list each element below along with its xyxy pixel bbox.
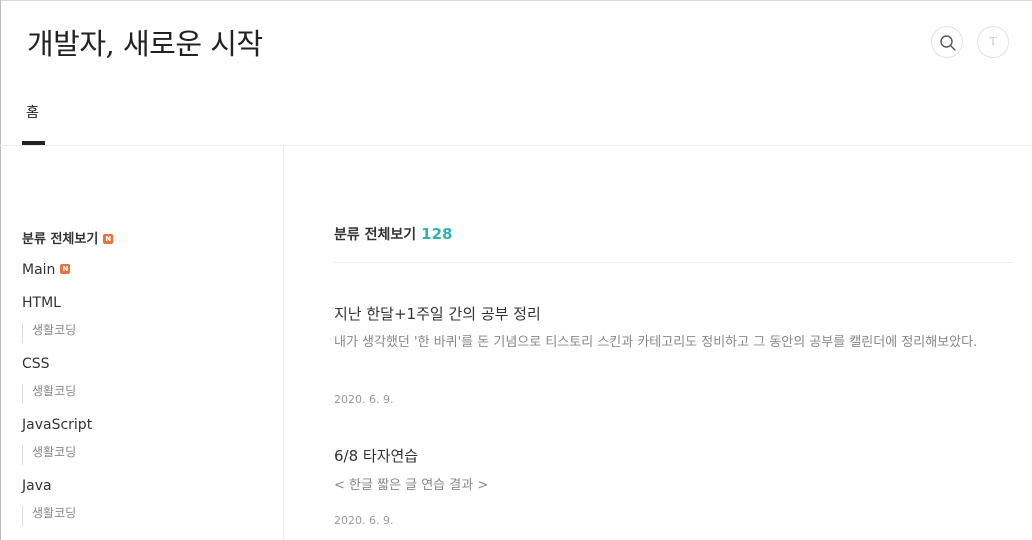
post-date: 2020. 6. 9. [334, 514, 394, 527]
new-badge-icon: N [60, 264, 71, 274]
post-title-link[interactable]: 6/8 타자연습 [334, 445, 418, 466]
window-left-border [0, 0, 1, 540]
search-icon [940, 35, 956, 51]
tab-home-label: 홈 [26, 105, 39, 121]
search-button[interactable] [931, 26, 963, 58]
tab-home[interactable]: 홈 [22, 96, 45, 145]
category-all-label: 분류 전체보기 [22, 232, 99, 247]
category-all-link[interactable]: 분류 전체보기 N [22, 228, 114, 247]
post-title-link[interactable]: 지난 한달+1주일 간의 공부 정리 [334, 303, 541, 324]
avatar-letter: T [989, 35, 997, 48]
post-excerpt[interactable]: < 한글 짧은 글 연습 결과 > [334, 476, 994, 496]
post-date: 2020. 6. 9. [334, 393, 394, 406]
subcategory-item-css-coding[interactable]: 생활코딩 [22, 384, 76, 404]
category-item-javascript[interactable]: JavaScript [22, 417, 92, 433]
category-label: Main [22, 262, 56, 278]
category-item-java[interactable]: Java [22, 478, 52, 494]
subcategory-item-javascript-coding[interactable]: 생활코딩 [22, 445, 76, 465]
content-divider [334, 262, 1013, 263]
blog-title[interactable]: 개발자, 새로운 시작 [27, 21, 263, 63]
window-top-border [0, 0, 1032, 1]
section-heading: 분류 전체보기 128 [334, 224, 452, 244]
category-item-main[interactable]: Main N [22, 262, 71, 278]
new-badge-icon: N [103, 233, 114, 244]
subcategory-item-html-coding[interactable]: 생활코딩 [22, 323, 76, 343]
subcategory-item-java-coding[interactable]: 생활코딩 [22, 506, 76, 526]
post-count: 128 [421, 225, 453, 243]
section-heading-label: 분류 전체보기 [334, 227, 417, 243]
post-excerpt[interactable]: 내가 생각했던 '한 바퀴'를 돈 기념으로 티스토리 스킨과 카테고리도 정비… [334, 333, 994, 353]
category-item-css[interactable]: CSS [22, 356, 50, 372]
header-divider [0, 145, 1032, 146]
profile-avatar-button[interactable]: T [977, 26, 1009, 58]
category-item-html[interactable]: HTML [22, 295, 61, 311]
sidebar-divider [283, 146, 284, 540]
